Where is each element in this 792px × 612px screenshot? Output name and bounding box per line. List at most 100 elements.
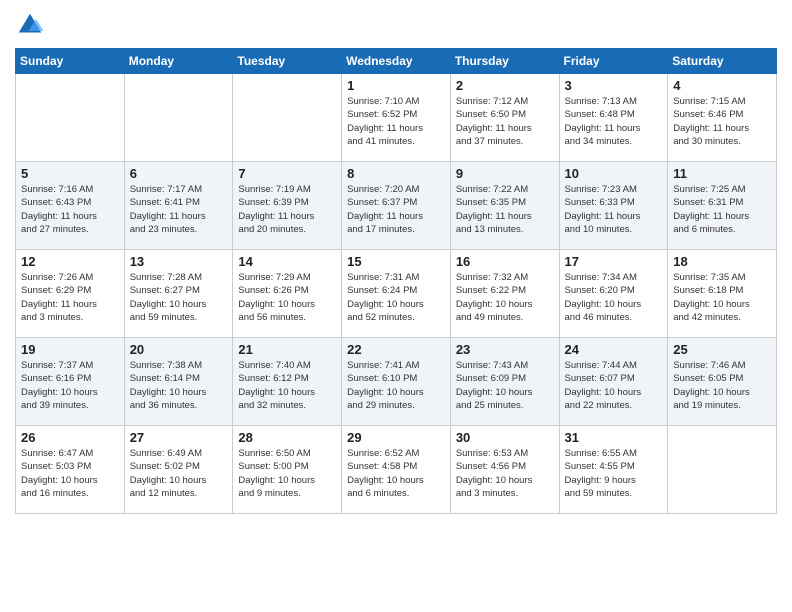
calendar-cell [233,74,342,162]
calendar-cell: 22 Sunrise: 7:41 AM Sunset: 6:10 PM Dayli… [342,338,451,426]
day-number: 21 [238,342,336,357]
calendar-week-row: 26 Sunrise: 6:47 AM Sunset: 5:03 PM Dayli… [16,426,777,514]
day-header-tuesday: Tuesday [233,49,342,74]
cell-info: Sunrise: 6:52 AM Sunset: 4:58 PM Dayligh… [347,447,445,500]
cell-info: Sunrise: 7:19 AM Sunset: 6:39 PM Dayligh… [238,183,336,236]
calendar-cell: 2 Sunrise: 7:12 AM Sunset: 6:50 PM Daylig… [450,74,559,162]
logo-icon [15,10,45,40]
calendar-cell: 20 Sunrise: 7:38 AM Sunset: 6:14 PM Dayli… [124,338,233,426]
calendar-week-row: 1 Sunrise: 7:10 AM Sunset: 6:52 PM Daylig… [16,74,777,162]
day-number: 14 [238,254,336,269]
calendar-cell: 10 Sunrise: 7:23 AM Sunset: 6:33 PM Dayli… [559,162,668,250]
calendar-cell: 16 Sunrise: 7:32 AM Sunset: 6:22 PM Dayli… [450,250,559,338]
calendar-week-row: 19Sunrise: 7:37 AM Sunset: 6:16 PM Dayli… [16,338,777,426]
day-number: 26 [21,430,119,445]
logo [15,10,49,40]
calendar-cell: 7Sunrise: 7:19 AM Sunset: 6:39 PM Daylig… [233,162,342,250]
calendar-cell [124,74,233,162]
cell-info: Sunrise: 7:22 AM Sunset: 6:35 PM Dayligh… [456,183,554,236]
day-number: 20 [130,342,228,357]
cell-info: Sunrise: 7:31 AM Sunset: 6:24 PM Dayligh… [347,271,445,324]
calendar-cell: 6Sunrise: 7:17 AM Sunset: 6:41 PM Daylig… [124,162,233,250]
cell-info: Sunrise: 7:43 AM Sunset: 6:09 PM Dayligh… [456,359,554,412]
day-number: 9 [456,166,554,181]
cell-info: Sunrise: 7:25 AM Sunset: 6:31 PM Dayligh… [673,183,771,236]
cell-info: Sunrise: 6:50 AM Sunset: 5:00 PM Dayligh… [238,447,336,500]
cell-info: Sunrise: 7:32 AM Sunset: 6:22 PM Dayligh… [456,271,554,324]
day-header-saturday: Saturday [668,49,777,74]
calendar-cell: 29 Sunrise: 6:52 AM Sunset: 4:58 PM Dayli… [342,426,451,514]
calendar-week-row: 5 Sunrise: 7:16 AM Sunset: 6:43 PM Daylig… [16,162,777,250]
day-number: 24 [565,342,663,357]
calendar-cell: 13 Sunrise: 7:28 AM Sunset: 6:27 PM Dayli… [124,250,233,338]
cell-info: Sunrise: 7:46 AM Sunset: 6:05 PM Dayligh… [673,359,771,412]
cell-info: Sunrise: 7:38 AM Sunset: 6:14 PM Dayligh… [130,359,228,412]
calendar-cell: 23 Sunrise: 7:43 AM Sunset: 6:09 PM Dayli… [450,338,559,426]
day-number: 17 [565,254,663,269]
day-number: 28 [238,430,336,445]
cell-info: Sunrise: 7:15 AM Sunset: 6:46 PM Dayligh… [673,95,771,148]
day-number: 1 [347,78,445,93]
day-number: 29 [347,430,445,445]
day-number: 25 [673,342,771,357]
day-number: 13 [130,254,228,269]
calendar-cell: 1 Sunrise: 7:10 AM Sunset: 6:52 PM Daylig… [342,74,451,162]
calendar-cell: 18Sunrise: 7:35 AM Sunset: 6:18 PM Dayli… [668,250,777,338]
cell-info: Sunrise: 6:47 AM Sunset: 5:03 PM Dayligh… [21,447,119,500]
cell-info: Sunrise: 7:20 AM Sunset: 6:37 PM Dayligh… [347,183,445,236]
day-header-thursday: Thursday [450,49,559,74]
day-number: 31 [565,430,663,445]
calendar-cell: 21 Sunrise: 7:40 AM Sunset: 6:12 PM Dayli… [233,338,342,426]
day-header-friday: Friday [559,49,668,74]
calendar-cell: 30 Sunrise: 6:53 AM Sunset: 4:56 PM Dayli… [450,426,559,514]
calendar-cell: 11 Sunrise: 7:25 AM Sunset: 6:31 PM Dayli… [668,162,777,250]
cell-info: Sunrise: 6:53 AM Sunset: 4:56 PM Dayligh… [456,447,554,500]
day-number: 22 [347,342,445,357]
calendar-cell: 26 Sunrise: 6:47 AM Sunset: 5:03 PM Dayli… [16,426,125,514]
day-number: 4 [673,78,771,93]
day-number: 3 [565,78,663,93]
calendar-cell: 27Sunrise: 6:49 AM Sunset: 5:02 PM Dayli… [124,426,233,514]
day-number: 5 [21,166,119,181]
cell-info: Sunrise: 7:34 AM Sunset: 6:20 PM Dayligh… [565,271,663,324]
day-header-wednesday: Wednesday [342,49,451,74]
cell-info: Sunrise: 6:49 AM Sunset: 5:02 PM Dayligh… [130,447,228,500]
day-number: 19 [21,342,119,357]
cell-info: Sunrise: 7:23 AM Sunset: 6:33 PM Dayligh… [565,183,663,236]
cell-info: Sunrise: 7:10 AM Sunset: 6:52 PM Dayligh… [347,95,445,148]
calendar-cell: 14Sunrise: 7:29 AM Sunset: 6:26 PM Dayli… [233,250,342,338]
page-header [15,10,777,40]
calendar-cell: 12Sunrise: 7:26 AM Sunset: 6:29 PM Dayli… [16,250,125,338]
day-header-sunday: Sunday [16,49,125,74]
cell-info: Sunrise: 7:40 AM Sunset: 6:12 PM Dayligh… [238,359,336,412]
day-number: 12 [21,254,119,269]
cell-info: Sunrise: 7:17 AM Sunset: 6:41 PM Dayligh… [130,183,228,236]
day-number: 23 [456,342,554,357]
calendar-table: SundayMondayTuesdayWednesdayThursdayFrid… [15,48,777,514]
calendar-cell: 31 Sunrise: 6:55 AM Sunset: 4:55 PM Dayli… [559,426,668,514]
day-number: 2 [456,78,554,93]
day-number: 10 [565,166,663,181]
day-number: 30 [456,430,554,445]
day-header-monday: Monday [124,49,233,74]
calendar-cell: 19Sunrise: 7:37 AM Sunset: 6:16 PM Dayli… [16,338,125,426]
cell-info: Sunrise: 7:16 AM Sunset: 6:43 PM Dayligh… [21,183,119,236]
calendar-cell: 25 Sunrise: 7:46 AM Sunset: 6:05 PM Dayli… [668,338,777,426]
cell-info: Sunrise: 6:55 AM Sunset: 4:55 PM Dayligh… [565,447,663,500]
calendar-cell: 15Sunrise: 7:31 AM Sunset: 6:24 PM Dayli… [342,250,451,338]
day-number: 11 [673,166,771,181]
calendar-cell: 17 Sunrise: 7:34 AM Sunset: 6:20 PM Dayli… [559,250,668,338]
cell-info: Sunrise: 7:28 AM Sunset: 6:27 PM Dayligh… [130,271,228,324]
cell-info: Sunrise: 7:13 AM Sunset: 6:48 PM Dayligh… [565,95,663,148]
calendar-cell: 24 Sunrise: 7:44 AM Sunset: 6:07 PM Dayli… [559,338,668,426]
calendar-cell [16,74,125,162]
cell-info: Sunrise: 7:41 AM Sunset: 6:10 PM Dayligh… [347,359,445,412]
day-number: 16 [456,254,554,269]
calendar-cell: 4 Sunrise: 7:15 AM Sunset: 6:46 PM Daylig… [668,74,777,162]
cell-info: Sunrise: 7:35 AM Sunset: 6:18 PM Dayligh… [673,271,771,324]
cell-info: Sunrise: 7:12 AM Sunset: 6:50 PM Dayligh… [456,95,554,148]
cell-info: Sunrise: 7:44 AM Sunset: 6:07 PM Dayligh… [565,359,663,412]
calendar-cell: 28 Sunrise: 6:50 AM Sunset: 5:00 PM Dayli… [233,426,342,514]
day-number: 8 [347,166,445,181]
calendar-cell: 9 Sunrise: 7:22 AM Sunset: 6:35 PM Daylig… [450,162,559,250]
